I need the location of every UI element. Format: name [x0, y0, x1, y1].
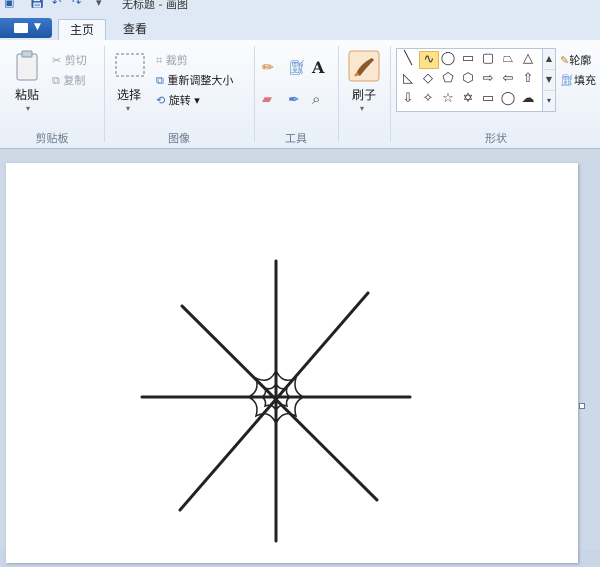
brushes-button[interactable]: 刷子: [346, 86, 382, 103]
shapes-scrollbar[interactable]: ▲ ▼ ▾: [542, 48, 556, 112]
group-separator: [104, 46, 105, 142]
outline-icon: ✎: [560, 54, 570, 67]
diagonal-line-down: [180, 304, 379, 502]
crop-button[interactable]: ⌗ 裁剪: [156, 52, 188, 68]
group-separator: [254, 46, 255, 142]
group-label-shapes: 形状: [485, 132, 507, 145]
color-picker-icon[interactable]: ✒: [288, 92, 308, 112]
scroll-up-icon[interactable]: ▲: [543, 49, 555, 70]
fill-icon: ⛽︎: [560, 74, 574, 87]
oval-callout-shape-icon[interactable]: ◯: [499, 91, 517, 107]
cut-button[interactable]: ✂ 剪切: [52, 52, 87, 68]
down-arrow-shape-icon[interactable]: ⇩: [399, 91, 417, 107]
eraser-icon[interactable]: ▰: [262, 92, 282, 112]
right-triangle-shape-icon[interactable]: ◺: [399, 71, 417, 87]
canvas-resize-handle[interactable]: [579, 403, 585, 409]
scissors-icon: ✂: [52, 54, 65, 67]
group-label-image: 图像: [168, 132, 190, 145]
tab-view[interactable]: 查看: [112, 19, 158, 40]
pencil-icon[interactable]: ✏: [262, 60, 282, 80]
qat-dropdown-icon[interactable]: ▾: [96, 0, 102, 9]
diagonal-line-up: [178, 291, 370, 512]
paste-button[interactable]: 粘贴: [10, 86, 44, 103]
copy-label: 复制: [63, 74, 86, 87]
rounded-rectangle-shape-icon[interactable]: ▢: [479, 51, 497, 67]
select-button[interactable]: 选择: [112, 86, 146, 103]
paste-icon[interactable]: [14, 50, 40, 86]
rectangle-shape-icon[interactable]: ▭: [459, 51, 477, 67]
oval-shape-icon[interactable]: ◯: [439, 51, 457, 67]
fill-bucket-icon[interactable]: ⛽︎: [288, 60, 308, 80]
paste-dropdown-icon[interactable]: ▾: [26, 104, 30, 113]
outline-label: 轮廓: [569, 54, 592, 67]
rect-callout-shape-icon[interactable]: ▭: [479, 91, 497, 107]
six-point-star-shape-icon[interactable]: ✡: [459, 91, 477, 107]
triangle-shape-icon[interactable]: △: [519, 51, 537, 67]
resize-icon: ⧉: [156, 74, 168, 87]
fill-button[interactable]: ⛽︎填充: [560, 72, 596, 88]
group-label-clipboard: 剪贴板: [35, 132, 69, 145]
crop-icon: ⌗: [156, 54, 166, 67]
paint-app-icon[interactable]: ▣: [4, 0, 14, 9]
redo-icon[interactable]: ↷: [72, 0, 81, 9]
select-icon[interactable]: [114, 52, 146, 82]
ribbon: 粘贴 ▾ ✂ 剪切 ⧉ 复制 剪贴板 选择 ▾ ⌗ 裁剪 ⧉ 重新调整大小 ⟲ …: [0, 40, 600, 149]
copy-icon: ⧉: [52, 74, 64, 87]
brushes-dropdown-icon[interactable]: ▾: [360, 104, 364, 113]
undo-icon[interactable]: ↶: [52, 0, 61, 9]
text-tool-icon[interactable]: A: [312, 58, 332, 78]
chevron-down-icon: ▼: [34, 22, 41, 32]
group-separator: [338, 46, 339, 142]
up-arrow-shape-icon[interactable]: ⇧: [519, 71, 537, 87]
curve-shape-icon[interactable]: ∿: [419, 51, 439, 69]
cloud-callout-shape-icon[interactable]: ☁: [519, 91, 537, 107]
title-bar: ▣ 💾︎ ↶ ↷ ▾ 无标题 - 画图: [0, 0, 600, 10]
crop-label: 裁剪: [165, 54, 188, 67]
five-point-star-shape-icon[interactable]: ☆: [439, 91, 457, 107]
diamond-shape-icon[interactable]: ◇: [419, 71, 437, 87]
chevron-down-icon: ▾: [190, 94, 200, 107]
resize-button[interactable]: ⧉ 重新调整大小: [156, 72, 233, 88]
fill-label: 填充: [573, 74, 596, 87]
left-arrow-shape-icon[interactable]: ⇦: [499, 71, 517, 87]
rotate-icon: ⟲: [156, 94, 169, 107]
cut-label: 剪切: [64, 54, 87, 67]
save-icon[interactable]: 💾︎: [30, 0, 44, 9]
right-arrow-shape-icon[interactable]: ⇨: [479, 71, 497, 87]
group-label-tools: 工具: [285, 132, 307, 145]
hexagon-shape-icon[interactable]: ⬡: [459, 71, 477, 87]
magnifier-icon[interactable]: ⌕: [312, 90, 332, 110]
outline-button[interactable]: ✎轮廓: [560, 52, 591, 68]
group-separator: [390, 46, 391, 142]
drawing-canvas[interactable]: [6, 163, 578, 563]
resize-label: 重新调整大小: [167, 74, 234, 87]
polygon-shape-icon[interactable]: ⏢: [499, 51, 517, 67]
four-point-star-shape-icon[interactable]: ✧: [419, 91, 437, 107]
workspace: [0, 149, 600, 563]
line-shape-icon[interactable]: ╲: [399, 51, 417, 67]
tab-row: ▼ 主页 查看: [0, 10, 600, 41]
window-title: 无标题 - 画图: [122, 0, 188, 10]
expand-gallery-icon[interactable]: ▾: [543, 91, 555, 111]
brush-icon[interactable]: [348, 50, 380, 86]
select-dropdown-icon[interactable]: ▾: [126, 104, 130, 113]
file-menu-button[interactable]: ▼: [0, 18, 52, 38]
scroll-down-icon[interactable]: ▼: [543, 70, 555, 91]
tab-home[interactable]: 主页: [58, 19, 106, 41]
shapes-gallery: ╲ ∿ ◯ ▭ ▢ ⏢ △ ◺ ◇ ⬠ ⬡ ⇨ ⇦ ⇧ ⇩ ✧ ☆ ✡ ▭ ◯ …: [396, 48, 544, 112]
rotate-button[interactable]: ⟲ 旋转 ▾: [156, 92, 200, 108]
copy-button[interactable]: ⧉ 复制: [52, 72, 85, 88]
pentagon-shape-icon[interactable]: ⬠: [439, 71, 457, 87]
rotate-label: 旋转: [168, 94, 191, 107]
document-icon: [14, 23, 28, 33]
drawing: [140, 259, 412, 543]
